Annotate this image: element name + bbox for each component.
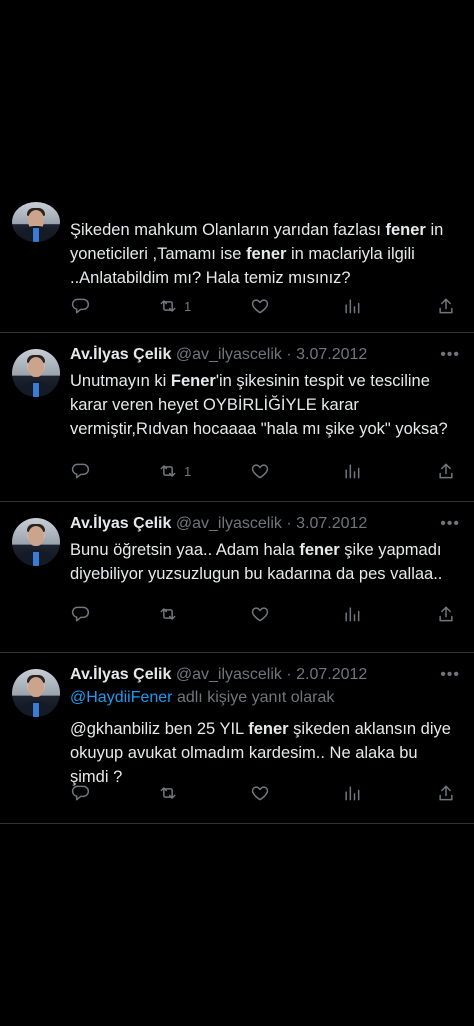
retweet-icon [158, 783, 178, 803]
highlighted-term: fener [385, 221, 426, 239]
tweet-actions: 1 [70, 459, 460, 483]
views-button[interactable] [342, 602, 362, 626]
like-button[interactable] [250, 602, 270, 626]
reply-button[interactable] [70, 781, 90, 805]
tweet-date[interactable]: · 2.07.2012 [286, 666, 367, 683]
tweet-header: Av.İlyas Çelik @av_ilyascelik · 2.07.201… [70, 665, 460, 685]
avatar[interactable] [12, 349, 60, 397]
share-button[interactable] [436, 602, 456, 626]
text-segment: Şikeden mahkum Olanların yarıdan fazlası [70, 221, 386, 239]
retweet-icon [158, 461, 178, 481]
author-handle[interactable]: @av_ilyascelik [176, 515, 282, 532]
views-icon [342, 604, 362, 624]
tweet-text: Bunu öğretsin yaa.. Adam hala fener şike… [70, 538, 460, 586]
share-icon [436, 604, 456, 624]
heart-icon [250, 296, 270, 316]
author-name[interactable]: Av.İlyas Çelik [70, 346, 171, 363]
reply-context: @HaydiiFener adlı kişiye yanıt olarak [70, 687, 460, 709]
retweet-count: 1 [184, 463, 192, 479]
tweet[interactable]: Av.İlyas Çelik @av_ilyascelik · 3.07.201… [0, 333, 474, 502]
heart-icon [250, 604, 270, 624]
like-button[interactable] [250, 781, 270, 805]
reply-to-link[interactable]: @HaydiiFener [70, 689, 173, 706]
author-name[interactable]: Av.İlyas Çelik [70, 666, 171, 683]
views-button[interactable] [342, 459, 362, 483]
share-icon [436, 783, 456, 803]
tweet-actions: 1 [70, 294, 460, 318]
highlighted-term: Fener [170, 372, 216, 390]
retweet-count: 1 [184, 298, 192, 314]
share-button[interactable] [436, 294, 456, 318]
retweet-button[interactable]: 1 [158, 459, 191, 483]
timeline: Şikeden mahkum Olanların yarıdan fazlası… [0, 202, 474, 824]
views-button[interactable] [342, 781, 362, 805]
retweet-button[interactable]: 1 [158, 294, 191, 318]
retweet-icon [158, 604, 178, 624]
views-icon [342, 461, 362, 481]
highlighted-term: fener [248, 720, 289, 738]
reply-icon [70, 461, 90, 481]
tweet-actions [70, 602, 460, 626]
reply-icon [70, 296, 90, 316]
share-icon [436, 296, 456, 316]
highlighted-term: fener [299, 541, 340, 559]
tweet-date[interactable]: · 3.07.2012 [286, 515, 367, 532]
reply-icon [70, 783, 90, 803]
reply-button[interactable] [70, 602, 90, 626]
tweet-text: Unutmayın ki Fener'in şikesinin tespit v… [70, 369, 460, 441]
reply-button[interactable] [70, 459, 90, 483]
highlighted-term: fener [246, 245, 287, 263]
tweet-date[interactable]: · 3.07.2012 [286, 346, 367, 363]
heart-icon [250, 783, 270, 803]
text-segment: @gkhanbiliz ben 25 YIL [70, 720, 249, 738]
tweet[interactable]: Av.İlyas Çelik @av_ilyascelik · 3.07.201… [0, 502, 474, 653]
views-button[interactable] [342, 294, 362, 318]
avatar[interactable] [12, 202, 60, 242]
retweet-button[interactable] [158, 602, 178, 626]
like-button[interactable] [250, 459, 270, 483]
avatar[interactable] [12, 669, 60, 717]
share-button[interactable] [436, 781, 456, 805]
views-icon [342, 296, 362, 316]
reply-icon [70, 604, 90, 624]
avatar[interactable] [12, 518, 60, 566]
share-button[interactable] [436, 459, 456, 483]
retweet-icon [158, 296, 178, 316]
tweet[interactable]: Av.İlyas Çelik @av_ilyascelik · 2.07.201… [0, 653, 474, 824]
retweet-button[interactable] [158, 781, 178, 805]
author-handle[interactable]: @av_ilyascelik [176, 346, 282, 363]
share-icon [436, 461, 456, 481]
tweet-actions [70, 781, 460, 805]
tweet-text: @gkhanbiliz ben 25 YIL fener şikeden akl… [70, 717, 460, 789]
heart-icon [250, 461, 270, 481]
tweet[interactable]: Şikeden mahkum Olanların yarıdan fazlası… [0, 202, 474, 333]
text-segment: Bunu öğretsin yaa.. Adam hala [70, 541, 300, 559]
more-icon[interactable]: ••• [440, 345, 460, 365]
like-button[interactable] [250, 294, 270, 318]
reply-to-suffix: adlı kişiye yanıt olarak [172, 689, 335, 706]
author-handle[interactable]: @av_ilyascelik [176, 666, 282, 683]
more-icon[interactable]: ••• [440, 665, 460, 685]
views-icon [342, 783, 362, 803]
text-segment: Unutmayın ki [70, 372, 171, 390]
tweet-text: Şikeden mahkum Olanların yarıdan fazlası… [70, 218, 460, 290]
more-icon[interactable]: ••• [440, 514, 460, 534]
tweet-header: Av.İlyas Çelik @av_ilyascelik · 3.07.201… [70, 345, 460, 365]
author-name[interactable]: Av.İlyas Çelik [70, 515, 171, 532]
tweet-header: Av.İlyas Çelik @av_ilyascelik · 3.07.201… [70, 514, 460, 534]
reply-button[interactable] [70, 294, 90, 318]
